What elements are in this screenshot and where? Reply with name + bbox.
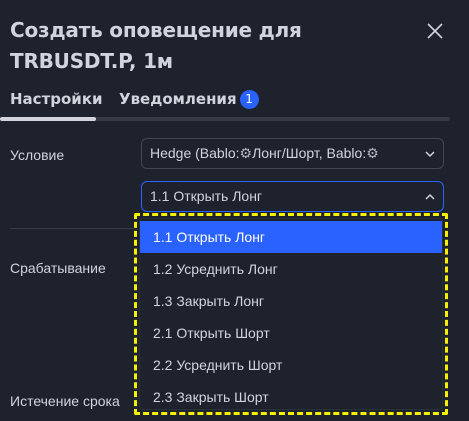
tab-notifications-label: Уведомления [119, 90, 237, 108]
gear-icon: ⚙ [239, 145, 253, 161]
signal-select-value: 1.1 Открыть Лонг [150, 188, 263, 204]
close-icon [427, 23, 443, 39]
tab-settings-label: Настройки [10, 90, 103, 108]
chevron-down-icon [425, 151, 435, 158]
dialog-title: Создать оповещение для TRBUSDT.P, 1м [10, 18, 302, 73]
condition-select-value: Hedge (Bablo:⚙Лонг/Шорт, Bablo:⚙ [150, 139, 379, 168]
condition-label: Условие [10, 147, 65, 163]
menu-item-average-short[interactable]: 2.2 Усреднить Шорт [140, 349, 442, 381]
section-divider [10, 228, 135, 229]
menu-item-open-short[interactable]: 2.1 Открыть Шорт [140, 317, 442, 349]
menu-item-close-long[interactable]: 1.3 Закрыть Лонг [140, 285, 442, 317]
close-button[interactable] [420, 16, 450, 46]
signal-dropdown-menu: 1.1 Открыть Лонг 1.2 Усреднить Лонг 1.3 … [139, 218, 443, 410]
tab-active-indicator [0, 117, 96, 121]
tab-notifications[interactable]: Уведомления 1 [119, 90, 259, 109]
tab-settings[interactable]: Настройки [10, 90, 103, 108]
condition-select[interactable]: Hedge (Bablo:⚙Лонг/Шорт, Bablo:⚙ [141, 138, 444, 169]
menu-item-open-long[interactable]: 1.1 Открыть Лонг [140, 221, 442, 253]
menu-item-average-long[interactable]: 1.2 Усреднить Лонг [140, 253, 442, 285]
create-alert-dialog: Создать оповещение для TRBUSDT.P, 1м Нас… [0, 0, 469, 421]
condition-value-part1: Hedge (Bablo: [150, 145, 240, 161]
notifications-count-badge: 1 [239, 90, 259, 109]
expiration-label: Истечение срока [10, 393, 120, 409]
gear-icon: ⚙ [366, 145, 379, 161]
chevron-up-icon [425, 193, 435, 200]
condition-value-part2: Лонг/Шорт, Bablo: [252, 145, 367, 161]
signal-select[interactable]: 1.1 Открыть Лонг [141, 181, 444, 212]
trigger-label: Срабатывание [10, 260, 106, 276]
menu-item-close-short[interactable]: 2.3 Закрыть Шорт [140, 381, 442, 413]
